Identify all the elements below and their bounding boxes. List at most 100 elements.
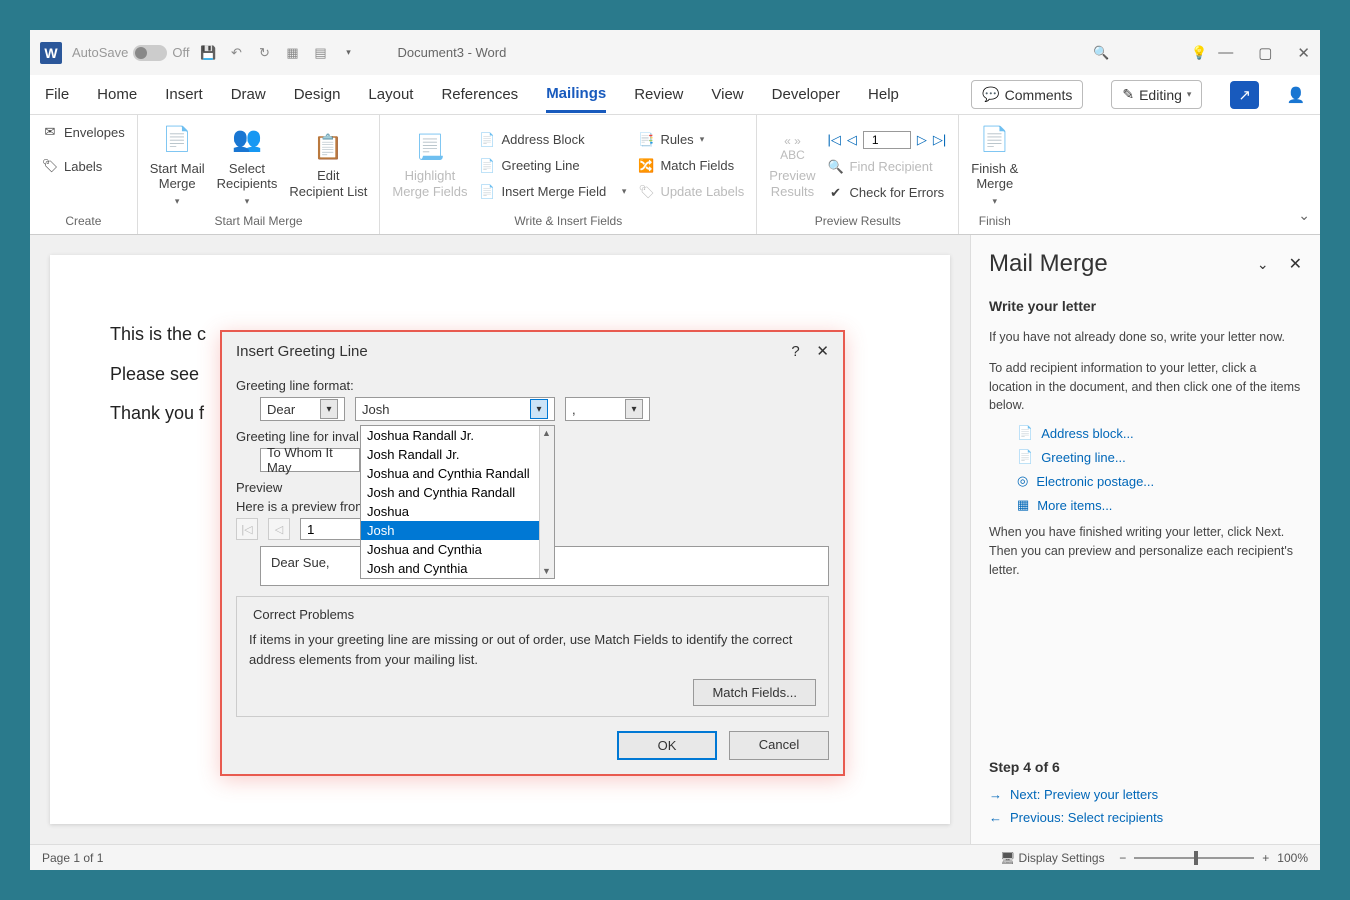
pane-collapse-icon[interactable]: ⌄	[1257, 256, 1269, 273]
dropdown-item-selected[interactable]: Josh	[361, 521, 554, 540]
tab-review[interactable]: Review	[634, 78, 683, 111]
tab-layout[interactable]: Layout	[368, 78, 413, 111]
toggle-switch[interactable]	[133, 45, 167, 61]
link-more-items[interactable]: ▦ More items...	[989, 493, 1302, 517]
group-label: Preview Results	[815, 210, 901, 232]
group-write-insert: 📃Highlight Merge Fields 📄Address Block 📄…	[380, 115, 757, 234]
punctuation-select[interactable]: ,▾	[565, 397, 650, 421]
preview-record-input[interactable]	[300, 518, 365, 540]
page-indicator[interactable]: Page 1 of 1	[42, 851, 103, 865]
status-bar: Page 1 of 1 🖥 Display Settings − + 100%	[30, 844, 1320, 870]
qat-more-icon[interactable]: ▾	[339, 44, 357, 62]
next-record-icon[interactable]: ▷	[917, 132, 927, 148]
dialog-close-icon[interactable]: ✕	[816, 342, 829, 360]
ribbon-tabs: File Home Insert Draw Design Layout Refe…	[30, 75, 1320, 115]
search-icon[interactable]: 🔍	[1092, 44, 1110, 62]
zoom-out-button[interactable]: −	[1119, 851, 1126, 865]
close-button[interactable]: ✕	[1297, 44, 1310, 62]
address-block-button[interactable]: 📄Address Block	[480, 129, 627, 151]
envelopes-button[interactable]: ✉Envelopes	[42, 121, 125, 143]
link-greeting-line[interactable]: 📄 Greeting line...	[989, 445, 1302, 469]
name-format-select[interactable]: Josh▾	[355, 397, 555, 421]
first-record-icon[interactable]: |◁	[828, 132, 841, 148]
labels-button[interactable]: 🏷Labels	[42, 155, 102, 177]
cancel-button[interactable]: Cancel	[729, 731, 829, 760]
group-create: ✉Envelopes 🏷Labels Create	[30, 115, 138, 234]
pane-text: To add recipient information to your let…	[989, 359, 1302, 415]
last-record-icon[interactable]: ▷|	[933, 132, 946, 148]
tab-insert[interactable]: Insert	[165, 78, 203, 111]
match-fields-button[interactable]: 🔀Match Fields	[638, 155, 744, 177]
tab-view[interactable]: View	[711, 78, 743, 111]
start-mail-merge-button[interactable]: 📄Start Mail Merge▾	[150, 125, 205, 207]
dropdown-item[interactable]: Josh Randall Jr.	[361, 445, 554, 464]
minimize-button[interactable]: —	[1218, 44, 1233, 61]
document-title: Document3 - Word	[397, 45, 506, 60]
pane-close-icon[interactable]: ✕	[1289, 254, 1302, 274]
tab-help[interactable]: Help	[868, 78, 899, 111]
zoom-in-button[interactable]: +	[1262, 851, 1269, 865]
maximize-button[interactable]: ▢	[1258, 44, 1272, 62]
insert-merge-field-button[interactable]: 📄Insert Merge Field ▾	[480, 181, 627, 203]
group-finish: 📄Finish & Merge▾ Finish	[959, 115, 1030, 234]
tab-home[interactable]: Home	[97, 78, 137, 111]
highlight-merge-fields-button: 📃Highlight Merge Fields	[392, 132, 467, 199]
dropdown-item[interactable]: Joshua	[361, 502, 554, 521]
invalid-select[interactable]: To Whom It May	[260, 448, 360, 472]
record-input[interactable]	[863, 131, 911, 149]
prev-step-link[interactable]: ← Previous: Select recipients	[989, 806, 1302, 829]
zoom-control: − + 100%	[1105, 851, 1308, 865]
correct-text: If items in your greeting line are missi…	[249, 630, 816, 669]
ok-button[interactable]: OK	[617, 731, 717, 760]
first-record-button[interactable]: |◁	[236, 518, 258, 540]
check-errors-button[interactable]: ✔Check for Errors	[828, 182, 947, 204]
redo-icon[interactable]: ↻	[255, 44, 273, 62]
editing-mode-button[interactable]: ✎ Editing ▾	[1111, 80, 1202, 109]
dropdown-item[interactable]: Joshua and Cynthia	[361, 540, 554, 559]
qat-icon-1[interactable]: ▦	[283, 44, 301, 62]
link-electronic-postage[interactable]: ◎ Electronic postage...	[989, 469, 1302, 493]
greeting-line-button[interactable]: 📄Greeting Line	[480, 155, 627, 177]
zoom-value[interactable]: 100%	[1277, 851, 1308, 865]
dropdown-item[interactable]: Josh and Cynthia	[361, 559, 554, 578]
match-fields-button[interactable]: Match Fields...	[693, 679, 816, 706]
finish-merge-button[interactable]: 📄Finish & Merge▾	[971, 125, 1018, 207]
tab-file[interactable]: File	[45, 78, 69, 111]
chevron-down-icon[interactable]: ▾	[530, 399, 548, 419]
display-settings-button[interactable]: 🖥 Display Settings	[1000, 851, 1105, 865]
link-address-block[interactable]: 📄 Address block...	[989, 421, 1302, 445]
salutation-select[interactable]: Dear▾	[260, 397, 345, 421]
qat-icon-2[interactable]: ▤	[311, 44, 329, 62]
comments-button[interactable]: 💬 Comments	[971, 80, 1083, 109]
dropdown-item[interactable]: Joshua and Cynthia Randall	[361, 464, 554, 483]
dropdown-item[interactable]: Josh and Cynthia Randall	[361, 483, 554, 502]
select-recipients-button[interactable]: 👥Select Recipients▾	[217, 125, 278, 207]
dialog-title: Insert Greeting Line	[236, 343, 368, 360]
next-step-link[interactable]: → Next: Preview your letters	[989, 783, 1302, 806]
autosave-toggle[interactable]: AutoSave Off	[72, 45, 189, 61]
save-icon[interactable]: 💾	[199, 44, 217, 62]
tab-design[interactable]: Design	[294, 78, 341, 111]
collapse-ribbon-icon[interactable]: ⌄	[1298, 207, 1310, 224]
chevron-down-icon[interactable]: ▾	[320, 399, 338, 419]
dropdown-scrollbar[interactable]	[539, 426, 554, 578]
edit-recipient-list-button[interactable]: 📋Edit Recipient List	[289, 132, 367, 199]
account-icon[interactable]: 👤	[1287, 86, 1305, 104]
share-button[interactable]: ↗	[1230, 81, 1259, 109]
zoom-slider[interactable]	[1134, 857, 1254, 859]
tab-mailings[interactable]: Mailings	[546, 77, 606, 113]
autosave-state: Off	[172, 45, 189, 60]
chevron-down-icon[interactable]: ▾	[625, 399, 643, 419]
help-icon[interactable]: 💡	[1190, 44, 1208, 62]
dialog-help-icon[interactable]: ?	[791, 343, 799, 360]
prev-record-icon[interactable]: ◁	[847, 132, 857, 148]
tab-draw[interactable]: Draw	[231, 78, 266, 111]
tab-references[interactable]: References	[441, 78, 518, 111]
dropdown-item[interactable]: Joshua Randall Jr.	[361, 426, 554, 445]
prev-record-button[interactable]: ◁	[268, 518, 290, 540]
tab-developer[interactable]: Developer	[772, 78, 840, 111]
rules-button[interactable]: 📑Rules▾	[638, 129, 744, 151]
undo-icon[interactable]: ↶	[227, 44, 245, 62]
group-start-mail-merge: 📄Start Mail Merge▾ 👥Select Recipients▾ 📋…	[138, 115, 381, 234]
find-recipient-button: 🔍Find Recipient	[828, 156, 947, 178]
